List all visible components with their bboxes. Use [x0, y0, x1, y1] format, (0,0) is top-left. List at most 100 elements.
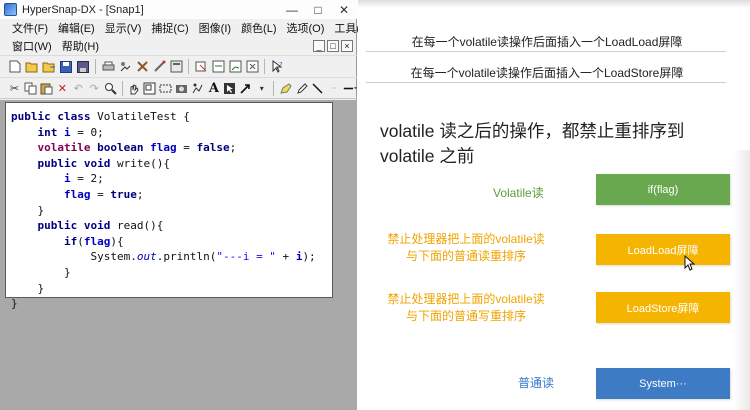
barrier-rule-loadstore: 在每一个volatile读操作后面插入一个LoadStore屏障 — [410, 66, 684, 80]
menu-file[interactable]: 文件(F) — [0, 20, 53, 36]
settings-icon[interactable] — [135, 60, 149, 74]
dropdown-arrow-icon[interactable]: ▾ — [255, 81, 268, 95]
mouse-cursor-icon — [684, 255, 696, 271]
slide-top-edge — [358, 0, 750, 8]
toolbar-separator — [95, 59, 96, 74]
open-recent-icon[interactable] — [42, 60, 56, 74]
menu-edit[interactable]: 编辑(E) — [53, 20, 100, 36]
region-icon[interactable] — [228, 60, 242, 74]
code-line-1: public class VolatileTest { — [11, 110, 190, 123]
text-icon[interactable]: A — [207, 81, 220, 96]
redo-edit-icon[interactable]: ↷ — [88, 81, 101, 95]
color-dots-icon[interactable]: ·· — [327, 81, 340, 95]
maximize-button[interactable]: □ — [305, 0, 331, 19]
label-loadload-description: 禁止处理器把上面的volatile读 与下面的普通读重排序 — [366, 231, 566, 265]
mdi-close-button[interactable]: × — [341, 40, 353, 52]
hypersnap-app-icon — [4, 3, 17, 16]
code-line-11: } — [63, 265, 71, 279]
stamp-icon[interactable] — [191, 81, 204, 95]
label-loadload-line-2: 与下面的普通读重排序 — [405, 249, 526, 263]
toolbar-separator — [273, 80, 275, 96]
box-loadstore-barrier: LoadStore屏障 — [596, 292, 730, 323]
code-snapshot-image: public class VolatileTest { int i = 0; v… — [5, 102, 333, 310]
grab-icon[interactable] — [245, 60, 259, 74]
camera-icon[interactable] — [175, 81, 188, 95]
new-icon[interactable] — [8, 60, 22, 74]
menu-capture[interactable]: 捕捉(C) — [146, 20, 193, 36]
save-all-icon[interactable] — [76, 60, 90, 74]
arrow-icon[interactable] — [239, 81, 252, 95]
undo-icon[interactable] — [194, 60, 208, 74]
mdi-restore-button[interactable]: □ — [327, 40, 339, 52]
cut-icon[interactable]: ✂ — [8, 81, 21, 95]
box-if-flag: if(flag) — [596, 174, 730, 205]
code-line-2: int i = 0; — [37, 125, 104, 139]
hotkey-icon[interactable] — [152, 60, 166, 74]
pen-icon[interactable] — [295, 81, 308, 95]
label-volatile-read: Volatile读 — [493, 186, 544, 200]
menu-options[interactable]: 选项(O) — [282, 20, 330, 36]
hypersnap-window: HyperSnap-DX - [Snap1] — □ ✕ 文件(F) 编辑(E)… — [0, 0, 370, 410]
undo-edit-icon[interactable]: ↶ — [72, 81, 85, 95]
select-icon[interactable] — [143, 81, 156, 95]
minimize-button[interactable]: — — [279, 0, 305, 19]
box-system-println: System··· — [596, 368, 730, 399]
mdi-minimize-button[interactable]: _ — [313, 40, 325, 52]
menu-colors[interactable]: 颜色(L) — [236, 20, 281, 36]
help-icon[interactable]: ? — [270, 60, 284, 74]
save-icon[interactable] — [59, 60, 73, 74]
open-icon[interactable] — [25, 60, 39, 74]
title-bar[interactable]: HyperSnap-DX - [Snap1] — □ ✕ — [0, 0, 357, 19]
pointer-icon[interactable] — [223, 81, 236, 95]
slide-heading: volatile 读之后的操作，都禁止重排序到 volatile 之前 — [380, 121, 685, 166]
paste-icon[interactable] — [40, 81, 53, 95]
copy-image-icon[interactable] — [118, 60, 132, 74]
redo-icon[interactable] — [211, 60, 225, 74]
line-style-icon[interactable] — [343, 81, 357, 95]
close-button[interactable]: ✕ — [331, 0, 357, 19]
menu-bar-second-row: 窗口(W) 帮助(H) _ □ × — [0, 37, 357, 55]
slide-right-shadow — [734, 150, 750, 410]
label-loadstore-line-2: 与下面的普通写重排序 — [405, 309, 526, 323]
menu-help[interactable]: 帮助(H) — [57, 38, 104, 54]
toolbar-separator — [188, 59, 189, 74]
label-normal-read: 普通读 — [518, 376, 555, 390]
box-loadload-barrier: LoadLoad屏障 — [596, 234, 730, 265]
divider-line — [366, 51, 726, 52]
code-line-8: public void read(){ — [37, 219, 164, 233]
code-line-10: System.out.println("---i = " + i); — [90, 250, 316, 264]
line-icon[interactable] — [311, 81, 324, 95]
toolbar-separator — [121, 80, 123, 96]
capture-icon[interactable] — [169, 60, 183, 74]
code-line-4: public void write(){ — [37, 156, 170, 170]
window-title: HyperSnap-DX - [Snap1] — [22, 3, 144, 16]
barrier-rule-loadload: 在每一个volatile读操作后面插入一个LoadLoad屏障 — [411, 35, 683, 49]
menu-window[interactable]: 窗口(W) — [0, 38, 57, 54]
menu-bar: 文件(F) 编辑(E) 显示(V) 捕捉(C) 图像(I) 颜色(L) 选项(O… — [0, 19, 370, 37]
svg-text:?: ? — [279, 61, 283, 69]
label-loadstore-line-1: 禁止处理器把上面的volatile读 — [387, 292, 545, 306]
menu-view[interactable]: 显示(V) — [100, 20, 147, 36]
print-icon[interactable] — [101, 60, 115, 74]
delete-icon[interactable]: ✕ — [56, 81, 69, 95]
main-toolbar: ? — [0, 55, 357, 77]
highlighter-icon[interactable] — [279, 81, 292, 95]
zoom-icon[interactable] — [104, 81, 117, 95]
label-loadstore-description: 禁止处理器把上面的volatile读 与下面的普通写重排序 — [366, 291, 566, 325]
code-line-3: volatile boolean flag = false; — [37, 141, 237, 155]
presentation-slide: 在每一个volatile读操作后面插入一个LoadLoad屏障 在每一个vola… — [358, 0, 750, 410]
hand-icon[interactable] — [127, 81, 140, 95]
code-line-13: } — [11, 297, 18, 311]
code-line-7: } — [37, 203, 45, 217]
menu-image[interactable]: 图像(I) — [194, 20, 236, 36]
snap-canvas[interactable]: public class VolatileTest { int i = 0; v… — [0, 100, 357, 410]
window-icon[interactable] — [159, 81, 172, 95]
edit-toolbar: ✂ ✕ ↶ ↷ A ▾ ·· — [0, 77, 357, 99]
code-line-9: if(flag){ — [63, 234, 124, 248]
toolbar-separator — [264, 59, 265, 74]
code-line-6: flag = true; — [63, 187, 144, 201]
code-line-12: } — [37, 281, 45, 295]
label-loadload-line-1: 禁止处理器把上面的volatile读 — [387, 232, 545, 246]
divider-line — [366, 82, 726, 83]
copy-icon[interactable] — [24, 81, 37, 95]
